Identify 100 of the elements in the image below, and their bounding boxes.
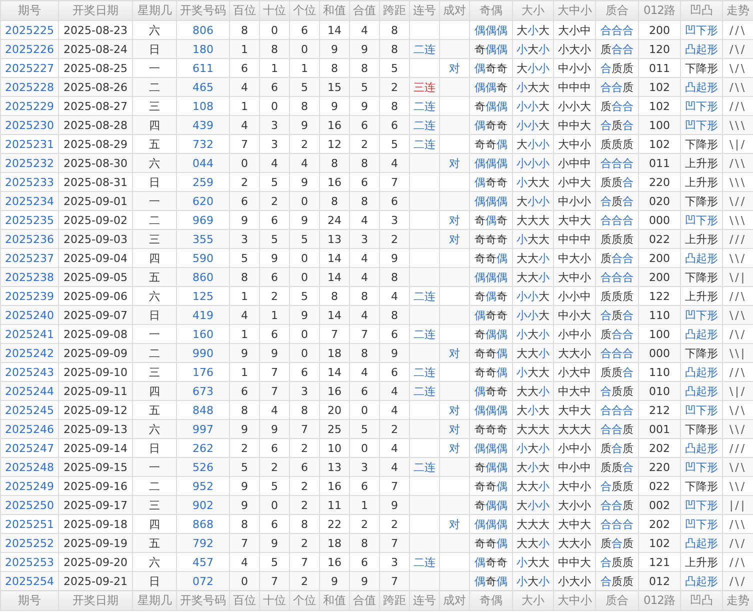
- prime-cell: 合质合: [596, 116, 638, 134]
- prime-cell: 质合质: [596, 438, 638, 458]
- column-header: 个位: [290, 0, 320, 20]
- digit-cell: 6: [260, 324, 290, 344]
- weekday-cell: 三: [132, 496, 176, 514]
- weekday-cell: 二: [132, 476, 176, 496]
- digit-cell: 7: [290, 420, 320, 438]
- route-cell: 202: [638, 438, 680, 458]
- trend-cell: //\: [722, 552, 753, 572]
- size-cell: 大小小: [512, 192, 554, 210]
- weekday-cell: 四: [132, 382, 176, 400]
- weekday-cell: 一: [132, 192, 176, 210]
- digit-cell: 8: [260, 40, 290, 58]
- trend-cell: //\: [722, 20, 753, 40]
- parity-cell: 奇偶偶: [470, 458, 512, 476]
- column-header: 大中小: [554, 590, 596, 610]
- parity-cell: 奇奇偶: [470, 362, 512, 382]
- trend-cell: \/\: [722, 58, 753, 78]
- weekday-cell: 一: [132, 58, 176, 78]
- range-cell: 大中大: [554, 210, 596, 230]
- digit-cell: 9: [290, 116, 320, 134]
- digit-cell: 6: [230, 192, 260, 210]
- range-cell: 小小中: [554, 286, 596, 306]
- range-cell: 中小小: [554, 58, 596, 78]
- trend-cell: /\/: [722, 324, 753, 344]
- sum-tail-cell: 8: [350, 58, 380, 78]
- digit-cell: 6: [290, 458, 320, 476]
- column-header: 成对: [440, 0, 470, 20]
- digit-cell: 6: [260, 78, 290, 96]
- digit-cell: 9: [260, 420, 290, 438]
- trend-cell: ///: [722, 230, 753, 248]
- column-header: 跨距: [380, 590, 410, 610]
- range-cell: 小中小: [554, 438, 596, 458]
- digit-cell: 9: [230, 496, 260, 514]
- date-cell: 2025-09-11: [58, 382, 132, 400]
- parity-cell: 奇偶偶: [470, 40, 512, 58]
- trend-cell: \\\: [722, 210, 753, 230]
- prime-cell: 质合合: [596, 96, 638, 116]
- parity-cell: 偶奇奇: [470, 382, 512, 400]
- parity-cell: 奇奇偶: [470, 344, 512, 362]
- column-header: 连号: [410, 590, 440, 610]
- size-cell: 大大小: [512, 476, 554, 496]
- trend-cell: \/\: [722, 458, 753, 476]
- parity-cell: 偶奇偶: [470, 572, 512, 590]
- weekday-cell: 五: [132, 134, 176, 154]
- parity-cell: 奇奇偶: [470, 534, 512, 552]
- parity-cell: 偶偶偶: [470, 438, 512, 458]
- date-cell: 2025-09-20: [58, 552, 132, 572]
- sum-cell: 9: [320, 96, 350, 116]
- digit-cell: 6: [260, 514, 290, 534]
- span-cell: 6: [380, 324, 410, 344]
- sum-tail-cell: 8: [350, 154, 380, 172]
- digit-cell: 6: [260, 268, 290, 286]
- trend-cell: /\/: [722, 40, 753, 58]
- prime-cell: 质质质: [596, 230, 638, 248]
- sum-cell: 9: [320, 40, 350, 58]
- sum-cell: 22: [320, 514, 350, 534]
- digit-cell: 2: [260, 458, 290, 476]
- sum-cell: 14: [320, 362, 350, 382]
- sum-cell: 18: [320, 534, 350, 552]
- sum-tail-cell: 6: [350, 172, 380, 192]
- weekday-cell: 六: [132, 154, 176, 172]
- date-cell: 2025-09-06: [58, 286, 132, 306]
- range-cell: 大大小: [554, 534, 596, 552]
- sum-cell: 8: [320, 286, 350, 306]
- column-header: 奇偶: [470, 0, 512, 20]
- sum-tail-cell: 8: [350, 534, 380, 552]
- shape-label: 下降形: [685, 346, 718, 360]
- sum-tail-cell: 5: [350, 420, 380, 438]
- span-cell: 2: [380, 230, 410, 248]
- range-cell: 小大中: [554, 362, 596, 382]
- span-cell: 8: [380, 268, 410, 286]
- parity-cell: 奇偶偶: [470, 496, 512, 514]
- sum-tail-cell: 4: [350, 210, 380, 230]
- sum-tail-cell: 8: [350, 286, 380, 306]
- size-cell: 小大小: [512, 572, 554, 590]
- digit-cell: 1: [230, 286, 260, 306]
- date-cell: 2025-09-13: [58, 420, 132, 438]
- column-header: 成对: [440, 590, 470, 610]
- sum-cell: 8: [320, 58, 350, 78]
- digit-cell: 9: [230, 476, 260, 496]
- digit-cell: 0: [290, 192, 320, 210]
- size-cell: 小小大: [512, 116, 554, 134]
- route-cell: 100: [638, 324, 680, 344]
- parity-cell: 奇偶奇: [470, 210, 512, 230]
- sum-tail-cell: 6: [350, 552, 380, 572]
- date-cell: 2025-09-16: [58, 476, 132, 496]
- digit-cell: 2: [290, 438, 320, 458]
- trend-cell: /\\: [722, 78, 753, 96]
- parity-cell: 奇奇奇: [470, 230, 512, 248]
- sum-tail-cell: 5: [350, 78, 380, 96]
- sum-cell: 9: [320, 572, 350, 590]
- parity-cell: 奇奇奇: [470, 420, 512, 438]
- size-cell: 大大小: [512, 268, 554, 286]
- prime-cell: 合质质: [596, 572, 638, 590]
- weekday-cell: 一: [132, 458, 176, 476]
- column-header: 奇偶: [470, 590, 512, 610]
- size-cell: 大小大: [512, 20, 554, 40]
- span-cell: 8: [380, 40, 410, 58]
- size-cell: 小大大: [512, 78, 554, 96]
